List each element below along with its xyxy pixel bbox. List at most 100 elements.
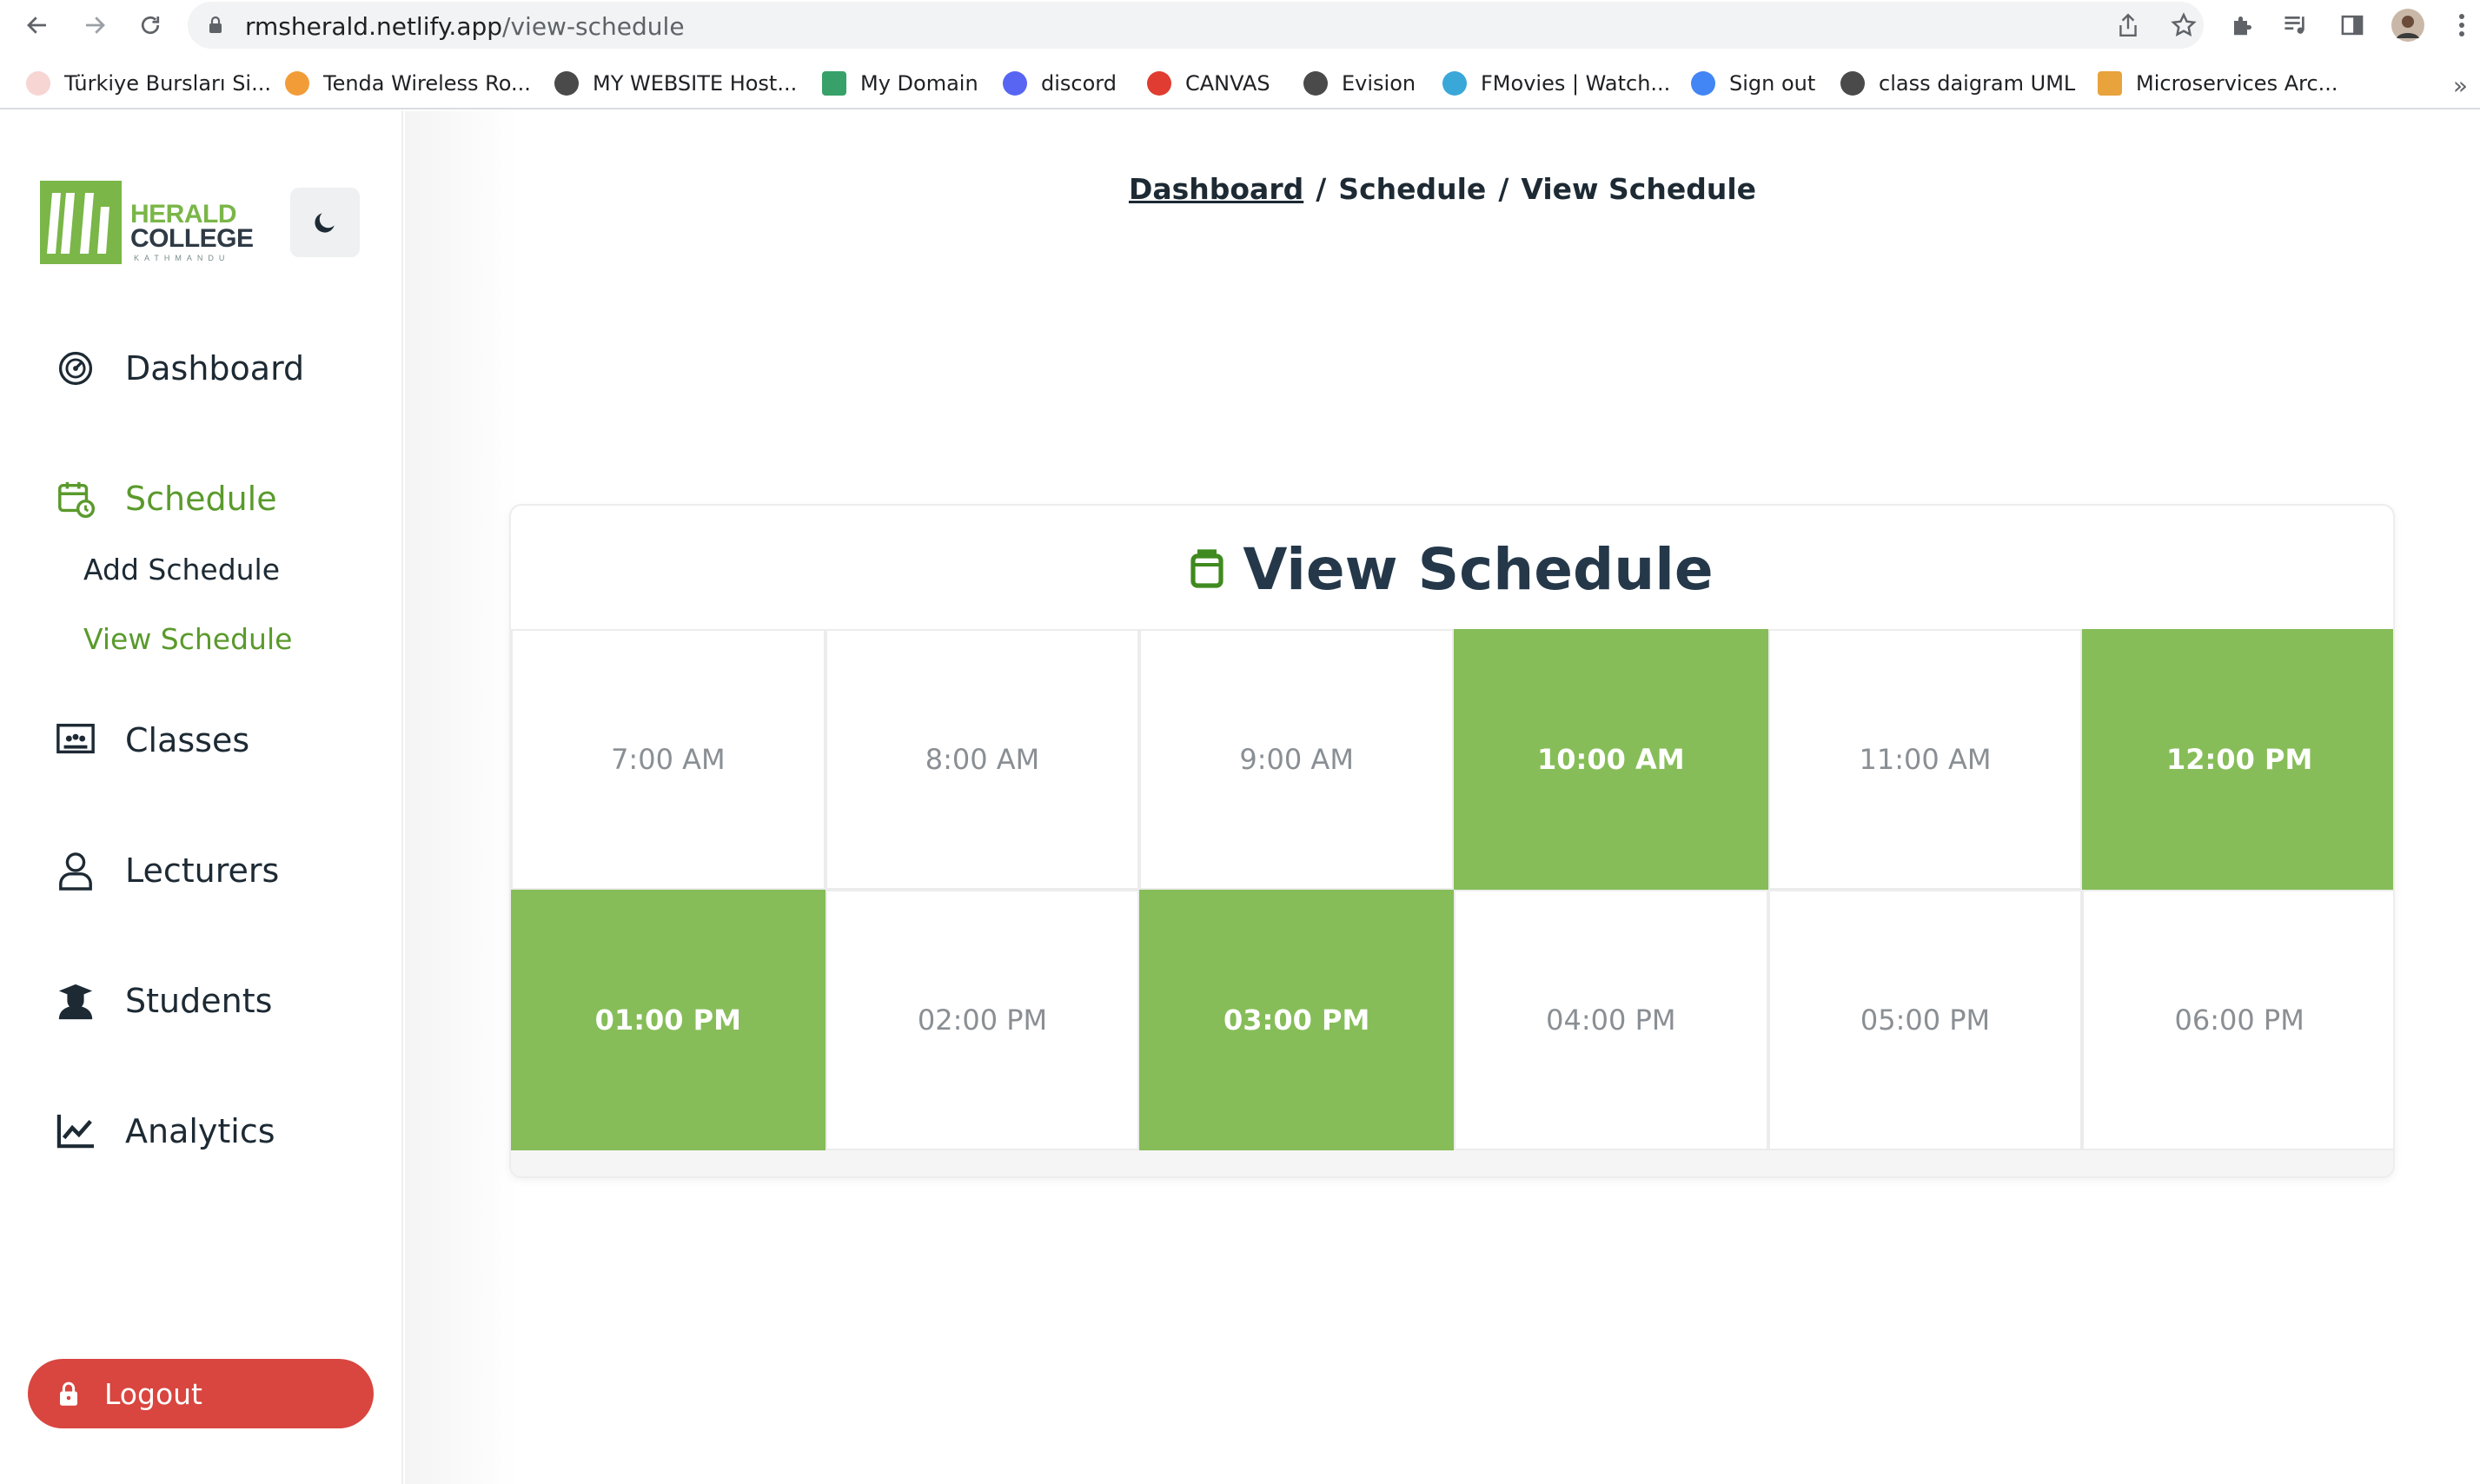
time-slot-cell[interactable]: 01:00 PM (511, 890, 826, 1150)
bookmark-star-button[interactable] (2165, 7, 2202, 43)
user-icon (54, 849, 97, 892)
share-button[interactable] (2110, 7, 2146, 43)
layers-icon (2098, 71, 2122, 96)
more-bookmarks-button[interactable]: » (2453, 71, 2468, 100)
lock-icon (60, 1381, 77, 1406)
time-slot-cell[interactable]: 9:00 AM (1139, 629, 1454, 890)
time-slot-cell[interactable]: 10:00 AM (1453, 629, 1768, 890)
sidebar-item-label: Classes (125, 721, 250, 759)
bookmark-label: FMovies | Watch... (1481, 71, 1671, 96)
arrow-left-icon (27, 17, 46, 34)
bookmarks-bar: Türkiye Bursları Si... Tenda Wireless Ro… (0, 57, 2480, 109)
bookmark-microservices[interactable]: Microservices Arc... (2098, 68, 2338, 99)
reload-button[interactable] (132, 7, 169, 43)
side-panel-icon (2341, 15, 2364, 36)
url-text: rmsherald.netlify.app/view-schedule (245, 12, 685, 41)
breadcrumb-dashboard[interactable]: Dashboard (1129, 172, 1303, 206)
card-footer (511, 1150, 2393, 1176)
main-content: Dashboard / Schedule / View Schedule View Sc… (405, 111, 2480, 1484)
bookmark-label: CANVAS (1185, 71, 1270, 96)
browser-toolbar: rmsherald.netlify.app/view-schedule (0, 0, 2480, 50)
bookmark-tenda[interactable]: Tenda Wireless Ro... (285, 68, 531, 99)
profile-avatar[interactable] (2390, 7, 2426, 43)
logo-line2: COLLEGE (130, 224, 254, 253)
bookmark-evision[interactable]: Evision (1303, 68, 1416, 99)
document-icon (1190, 549, 1223, 589)
side-panel-button[interactable] (2334, 7, 2371, 43)
sidebar-item-label: Dashboard (125, 349, 305, 388)
time-slot-cell[interactable]: 04:00 PM (1453, 890, 1768, 1150)
extensions-button[interactable] (2225, 7, 2261, 43)
globe-icon (1840, 71, 1865, 96)
time-slot-cell[interactable]: 02:00 PM (825, 890, 1140, 1150)
logout-button[interactable]: Logout (28, 1359, 374, 1428)
bookmark-fmovies[interactable]: FMovies | Watch... (1442, 68, 1670, 99)
herald-logo-icon (40, 181, 122, 264)
sidebar-subitem-view-schedule[interactable]: View Schedule (83, 622, 292, 656)
breadcrumb-separator: / (1498, 172, 1509, 206)
sidebar: HERALD COLLEGE KATHMANDU Dashboard Sched… (0, 111, 403, 1484)
time-slot-cell[interactable]: 12:00 PM (2082, 629, 2393, 890)
share-icon (2119, 13, 2137, 36)
dark-mode-toggle[interactable] (290, 188, 360, 257)
card-title-text: View Schedule (1243, 535, 1714, 603)
reload-icon (141, 16, 160, 35)
sidebar-item-analytics[interactable]: Analytics (54, 1105, 275, 1157)
schedule-card: View Schedule 7:00 AM 8:00 AM 9:00 AM 10:00… (509, 504, 2395, 1178)
breadcrumb-separator: / (1316, 172, 1327, 206)
tenda-icon (285, 71, 309, 96)
time-slot-cell[interactable]: 06:00 PM (2082, 890, 2393, 1150)
time-slot-cell[interactable]: 05:00 PM (1767, 890, 2083, 1150)
tulip-icon (26, 71, 50, 96)
card-title: View Schedule (511, 530, 2393, 608)
playlist-icon (2284, 17, 2304, 34)
bookmark-turkiye[interactable]: Türkiye Bursları Si... (26, 68, 271, 99)
time-slot-cell[interactable]: 11:00 AM (1767, 629, 2083, 890)
play-icon (1442, 71, 1467, 96)
sidebar-item-label: Lecturers (125, 851, 280, 890)
sidebar-item-lecturers[interactable]: Lecturers (54, 845, 279, 897)
bookmark-label: Sign out (1729, 71, 1816, 96)
gauge-icon (54, 347, 97, 390)
sidebar-item-schedule[interactable]: Schedule (54, 473, 277, 525)
bookmark-sign-out[interactable]: Sign out (1691, 68, 1815, 99)
bookmark-label: MY WEBSITE Host... (593, 71, 798, 96)
forward-button[interactable] (76, 7, 113, 43)
bookmark-label: discord (1041, 71, 1117, 96)
url-host: rmsherald.netlify.app (245, 12, 503, 41)
time-slot-cell[interactable]: 7:00 AM (511, 629, 826, 890)
sidebar-item-label: Analytics (125, 1112, 275, 1150)
browser-menu-button[interactable] (2449, 7, 2475, 43)
bookmark-label: Microservices Arc... (2136, 71, 2338, 96)
canvas-icon (1147, 71, 1171, 96)
sidebar-item-label: Schedule (125, 480, 277, 518)
globe-icon (1303, 71, 1328, 96)
globe-icon (554, 71, 579, 96)
star-icon (2171, 12, 2197, 36)
college-logo[interactable]: HERALD COLLEGE KATHMANDU (40, 181, 254, 264)
calendar-clock-icon (54, 477, 97, 520)
bookmark-label: class daigram UML (1879, 71, 2076, 96)
address-bar[interactable]: rmsherald.netlify.app/view-schedule (188, 2, 2204, 49)
breadcrumb-view-schedule: View Schedule (1521, 172, 1757, 206)
bookmark-discord[interactable]: discord (1003, 68, 1117, 99)
breadcrumb: Dashboard / Schedule / View Schedule (405, 172, 2480, 206)
sidebar-item-students[interactable]: Students (54, 975, 272, 1027)
bookmark-my-website[interactable]: MY WEBSITE Host... (554, 68, 797, 99)
domain-icon (822, 71, 846, 96)
sidebar-item-classes[interactable]: Classes (54, 714, 249, 766)
bookmark-canvas[interactable]: CANVAS (1147, 68, 1270, 99)
bookmark-my-domain[interactable]: My Domain (822, 68, 978, 99)
back-button[interactable] (19, 7, 56, 43)
time-slot-cell[interactable]: 8:00 AM (825, 629, 1140, 890)
bookmark-class-diagram[interactable]: class daigram UML (1840, 68, 2075, 99)
line-chart-icon (54, 1110, 97, 1153)
sidebar-subitem-add-schedule[interactable]: Add Schedule (83, 553, 280, 586)
url-path: /view-schedule (502, 12, 685, 41)
arrow-right-icon (86, 17, 105, 34)
time-slot-cell[interactable]: 03:00 PM (1139, 890, 1454, 1150)
media-button[interactable] (2278, 7, 2315, 43)
logout-label: Logout (104, 1376, 202, 1411)
logo-line3: KATHMANDU (134, 254, 230, 262)
sidebar-item-dashboard[interactable]: Dashboard (54, 342, 304, 394)
